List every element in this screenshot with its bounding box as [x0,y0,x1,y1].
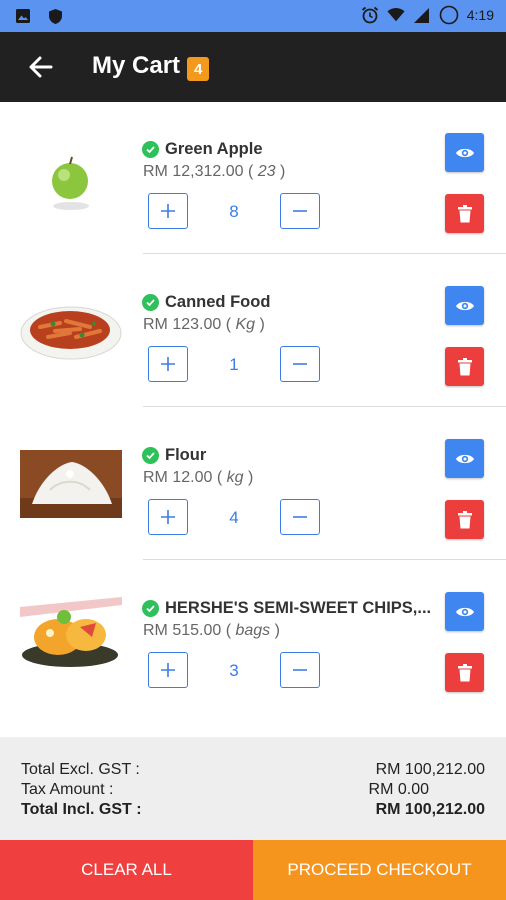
status-bar: 4:19 [0,0,506,32]
clear-all-button[interactable]: CLEAR ALL [0,840,253,900]
delete-button[interactable] [445,194,484,233]
minus-icon [293,363,307,365]
total-excl-gst-value: RM 100,212.00 [375,761,485,778]
plus-icon [161,510,175,524]
increment-button[interactable] [148,193,188,229]
back-arrow-icon[interactable] [26,52,56,82]
decrement-button[interactable] [280,652,320,688]
trash-icon [457,510,472,528]
minus-icon [293,210,307,212]
product-price: RM 123.00 ( Kg ) [143,316,265,333]
increment-button[interactable] [148,346,188,382]
page-title: My Cart [92,52,181,79]
view-button[interactable] [445,286,484,325]
cart-item: Canned Food RM 123.00 ( Kg ) 1 [0,255,506,408]
price-unit: Kg [235,316,256,333]
product-name: Canned Food [142,293,270,312]
product-name: Green Apple [142,140,263,159]
item-divider [143,559,506,560]
product-name: HERSHE'S SEMI-SWEET CHIPS,... [142,599,431,618]
check-circle-icon [142,600,159,617]
delete-button[interactable] [445,653,484,692]
price-unit: 23 [257,163,276,180]
total-incl-gst-label: Total Incl. GST : [21,801,142,818]
quantity-value: 3 [229,661,239,680]
decrement-button[interactable] [280,499,320,535]
product-image [20,144,122,218]
price-value: RM 515.00 [143,622,222,639]
delete-button[interactable] [445,347,484,386]
app-bar: My Cart [0,32,506,102]
delete-button[interactable] [445,500,484,539]
quantity-value: 1 [229,355,239,374]
wifi-icon [387,6,405,24]
check-circle-icon [142,447,159,464]
trash-icon [457,204,472,222]
increment-button[interactable] [148,499,188,535]
trash-icon [457,663,472,681]
check-circle-icon [142,141,159,158]
plus-icon [161,663,175,677]
quantity-value: 8 [229,202,239,221]
cell-signal-icon [413,6,431,24]
alarm-icon [361,6,379,24]
eye-icon [455,301,474,310]
tax-amount-value: RM 0.00 [368,781,429,798]
product-image [20,450,122,518]
eye-icon [455,148,474,157]
cart-item: Flour RM 12.00 ( kg ) 4 [0,408,506,561]
product-name-text: HERSHE'S SEMI-SWEET CHIPS,... [165,599,432,617]
eye-icon [455,454,474,463]
product-image [20,293,122,367]
price-unit: kg [226,469,244,486]
check-circle-icon [142,294,159,311]
product-price: RM 12,312.00 ( 23 ) [143,163,286,180]
product-name: Flour [142,446,206,465]
shield-icon [46,7,64,25]
price-value: RM 12,312.00 [143,163,244,180]
plus-icon [161,357,175,371]
decrement-button[interactable] [280,346,320,382]
price-value: RM 123.00 [143,316,222,333]
product-name-text: Canned Food [165,293,271,311]
trash-icon [457,357,472,375]
decrement-button[interactable] [280,193,320,229]
product-name-text: Green Apple [165,140,263,158]
image-icon [14,7,32,25]
product-name-text: Flour [165,446,207,464]
battery-icon [439,5,459,25]
cart-item: Green Apple RM 12,312.00 ( 23 ) 8 [0,102,506,255]
price-value: RM 12.00 [143,469,213,486]
minus-icon [293,669,307,671]
quantity-value: 4 [229,508,239,527]
total-excl-gst-label: Total Excl. GST : [21,761,140,778]
minus-icon [293,516,307,518]
item-divider [143,406,506,407]
price-unit: bags [235,622,271,639]
product-price: RM 12.00 ( kg ) [143,469,254,486]
status-time: 4:19 [466,7,494,23]
increment-button[interactable] [148,652,188,688]
order-summary: Total Excl. GST : RM 100,212.00 Tax Amou… [0,737,506,840]
product-price: RM 515.00 ( bags ) [143,622,280,639]
cart-count-badge: 4 [187,57,210,81]
proceed-checkout-button[interactable]: PROCEED CHECKOUT [253,840,506,900]
total-incl-gst-value: RM 100,212.00 [375,801,485,818]
cart-item: HERSHE'S SEMI-SWEET CHIPS,... RM 515.00 … [0,561,506,714]
item-divider [143,253,506,254]
tax-amount-label: Tax Amount : [21,781,114,798]
view-button[interactable] [445,592,484,631]
eye-icon [455,607,474,616]
plus-icon [161,204,175,218]
view-button[interactable] [445,133,484,172]
view-button[interactable] [445,439,484,478]
product-image [20,597,122,671]
